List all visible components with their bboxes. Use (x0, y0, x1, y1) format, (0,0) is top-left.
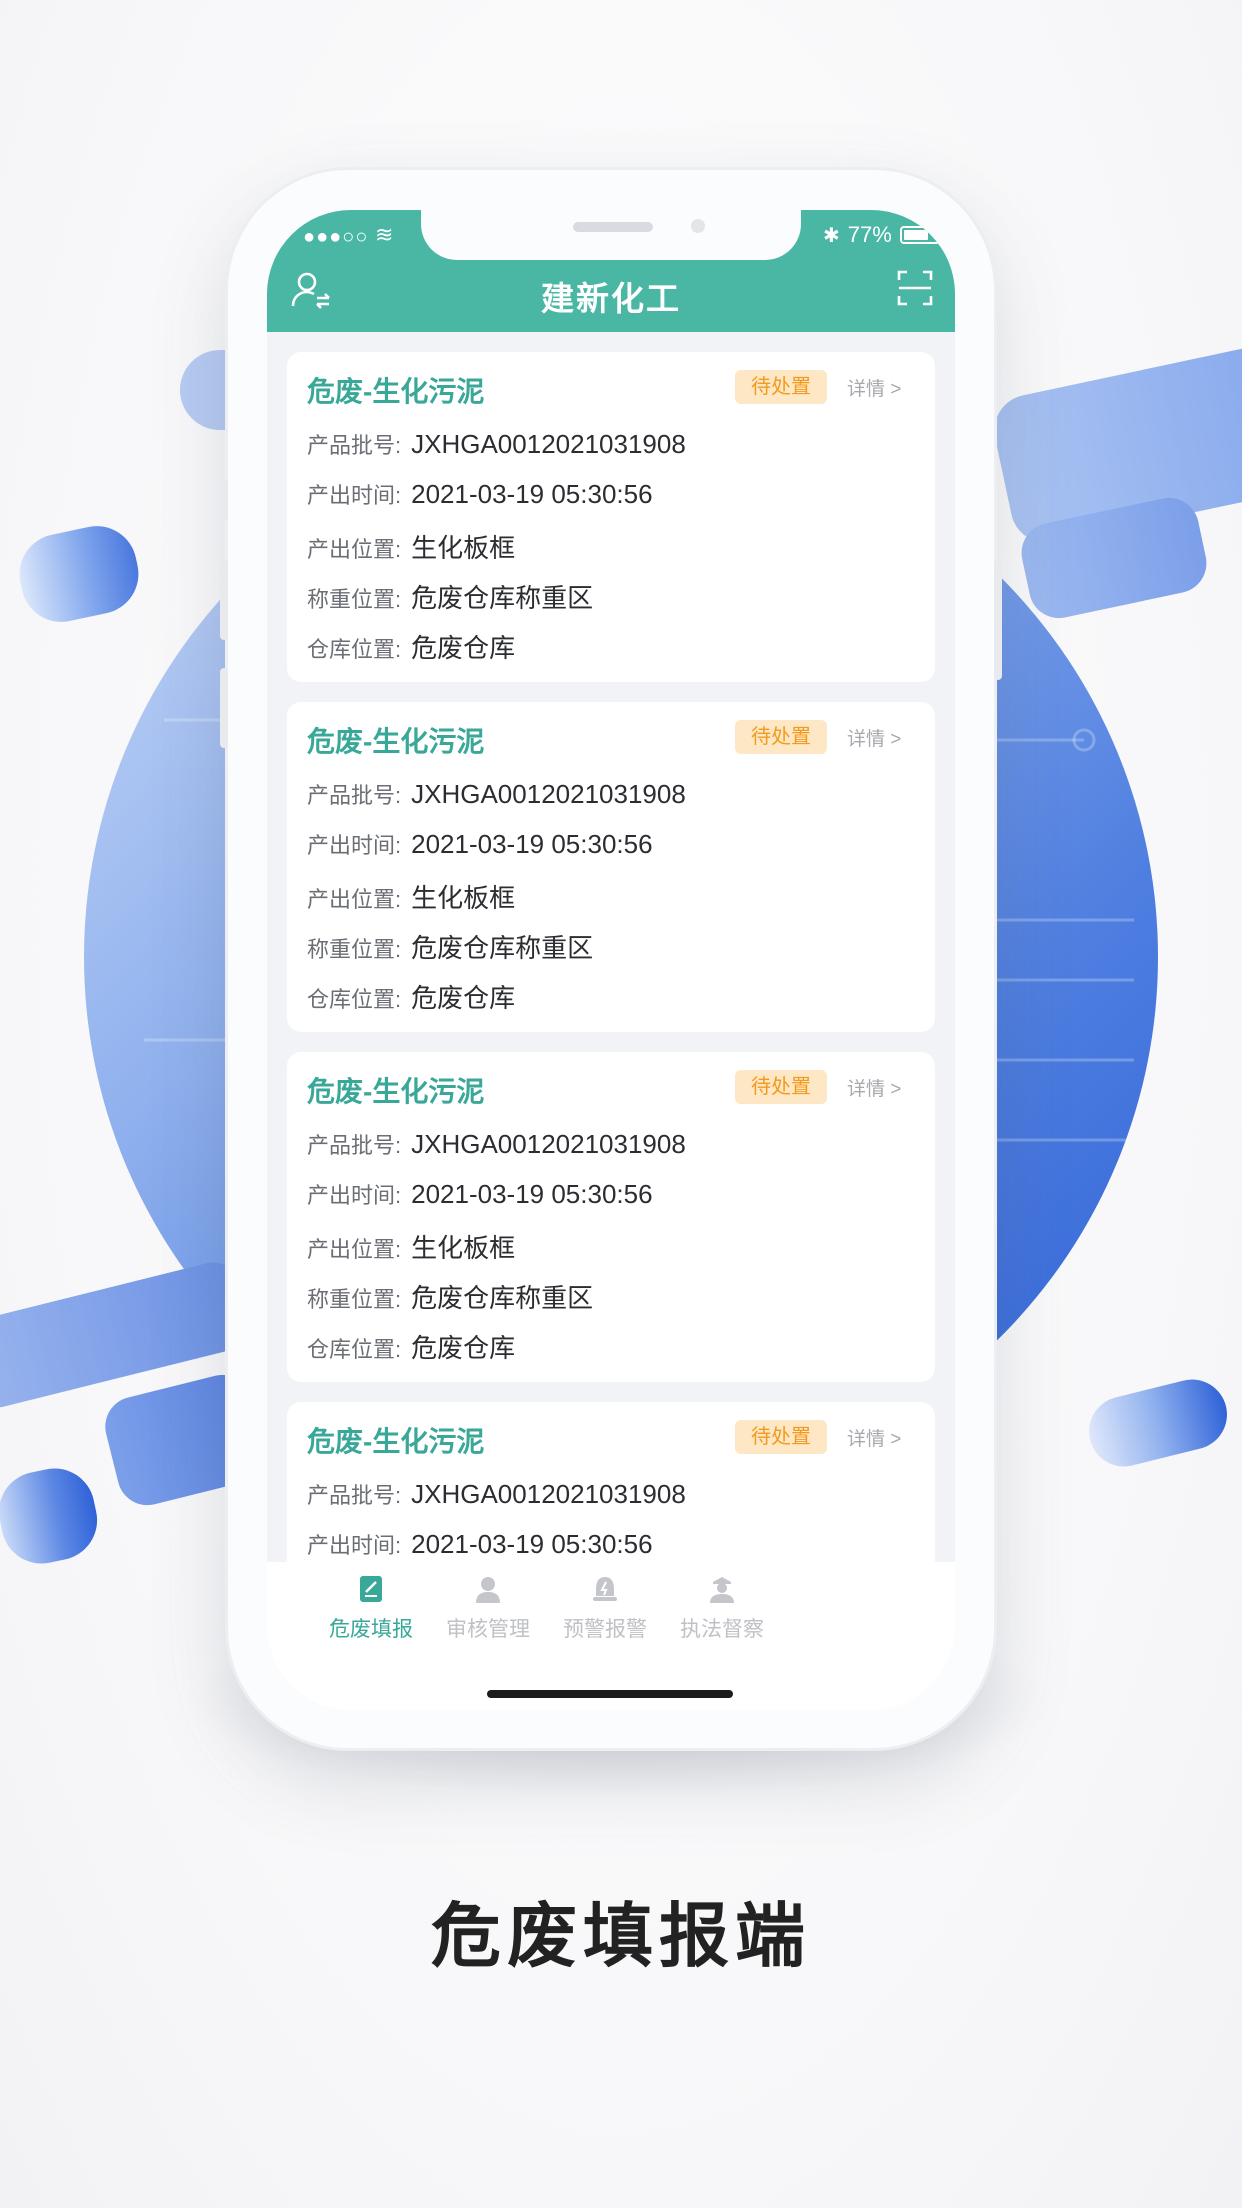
field-row: 称重位置: 危废仓库称重区 (307, 1278, 593, 1315)
field-value: 危废仓库称重区 (411, 1283, 594, 1313)
field-value: 危废仓库 (411, 983, 516, 1013)
bluetooth-icon: ✱ (823, 224, 840, 247)
tab-label: 执法督察 (680, 1618, 764, 1641)
record-card[interactable]: 危废-生化污泥 待处置 详情 > 产品批号: JXHGA0012021031908… (287, 702, 935, 1032)
field-row: 产品批号: JXHGA0012021031908 (307, 428, 686, 460)
status-badge: 待处置 (735, 1420, 827, 1454)
field-label: 称重位置: (307, 587, 402, 612)
record-card[interactable]: 危废-生化污泥 待处置 详情 > 产品批号: JXHGA0012021031908… (287, 352, 935, 682)
field-label: 产出时间: (307, 1533, 402, 1558)
field-row: 产出位置: 生化板框 (307, 878, 515, 915)
tab-law-enforcement[interactable]: 执法督察 (662, 1574, 782, 1643)
card-title: 危废-生化污泥 (307, 726, 485, 757)
field-row: 产出时间: 2021-03-19 05:30:56 (307, 1528, 653, 1560)
detail-link[interactable]: 详情 > (847, 374, 901, 401)
field-row: 产出时间: 2021-03-19 05:30:56 (307, 828, 653, 860)
field-row: 称重位置: 危废仓库称重区 (307, 928, 593, 965)
card-title: 危废-生化污泥 (307, 376, 485, 407)
phone-camera (691, 219, 705, 233)
field-label: 产出位置: (307, 887, 402, 912)
field-label: 产品批号: (307, 1483, 402, 1508)
wifi-icon: ≋ (375, 222, 394, 247)
tab-waste-report[interactable]: 危废填报 (311, 1574, 431, 1643)
field-row: 产品批号: JXHGA0012021031908 (307, 1128, 686, 1160)
user-switch-icon[interactable] (289, 268, 333, 312)
field-value: 生化板框 (411, 1233, 516, 1263)
field-row: 产出位置: 生化板框 (307, 1228, 515, 1265)
field-label: 产出时间: (307, 833, 402, 858)
phone-speaker (573, 222, 653, 232)
phone-side-button (220, 560, 228, 640)
card-title: 危废-生化污泥 (307, 1076, 485, 1107)
field-row: 仓库位置: 危废仓库 (307, 978, 515, 1015)
field-value: 危废仓库称重区 (411, 583, 594, 613)
field-label: 产出位置: (307, 1237, 402, 1262)
field-row: 产品批号: JXHGA0012021031908 (307, 778, 686, 810)
status-right: ✱ 77% (823, 222, 944, 248)
home-indicator[interactable] (487, 1690, 733, 1698)
field-value: JXHGA0012021031908 (411, 1479, 686, 1509)
signal-indicator: ●●●○○ (303, 226, 369, 248)
field-row: 产出时间: 2021-03-19 05:30:56 (307, 1178, 653, 1210)
field-label: 产品批号: (307, 783, 402, 808)
record-card[interactable]: 危废-生化污泥 待处置 详情 > 产品批号: JXHGA0012021031908… (287, 1052, 935, 1382)
card-title: 危废-生化污泥 (307, 1426, 485, 1457)
field-row: 仓库位置: 危废仓库 (307, 628, 515, 665)
field-label: 产出位置: (307, 537, 402, 562)
field-value: 生化板框 (411, 533, 516, 563)
field-row: 产出位置: 生化板框 (307, 528, 515, 565)
field-label: 产出时间: (307, 483, 402, 508)
scan-icon[interactable] (895, 268, 939, 312)
page-title: 建新化工 (541, 280, 681, 317)
field-row: 产出时间: 2021-03-19 05:30:56 (307, 478, 653, 510)
field-value: 危废仓库 (411, 633, 516, 663)
field-value: 2021-03-19 05:30:56 (411, 1529, 653, 1559)
field-value: 2021-03-19 05:30:56 (411, 1179, 653, 1209)
waste-record-list: 危废-生化污泥 待处置 详情 > 产品批号: JXHGA0012021031908… (287, 352, 935, 1710)
status-badge: 待处置 (735, 1070, 827, 1104)
phone-notch (421, 210, 801, 260)
status-badge: 待处置 (735, 720, 827, 754)
form-edit-icon (360, 1576, 382, 1602)
field-label: 称重位置: (307, 937, 402, 962)
user-review-icon (476, 1577, 500, 1603)
field-label: 仓库位置: (307, 987, 402, 1012)
field-value: 生化板框 (411, 883, 516, 913)
alarm-bell-icon (593, 1577, 617, 1601)
battery-percent: 77% (847, 222, 892, 247)
detail-link[interactable]: 详情 > (847, 1424, 901, 1451)
field-label: 仓库位置: (307, 637, 402, 662)
phone-side-button (994, 560, 1002, 680)
field-value: 2021-03-19 05:30:56 (411, 829, 653, 859)
tab-alarm[interactable]: 预警报警 (545, 1574, 665, 1643)
tab-label: 审核管理 (446, 1618, 530, 1641)
tab-label: 危废填报 (329, 1618, 413, 1641)
field-row: 仓库位置: 危废仓库 (307, 1328, 515, 1365)
field-row: 称重位置: 危废仓库称重区 (307, 578, 593, 615)
tab-review-management[interactable]: 审核管理 (428, 1574, 548, 1643)
detail-link[interactable]: 详情 > (847, 724, 901, 751)
field-label: 产品批号: (307, 1133, 402, 1158)
field-label: 产品批号: (307, 433, 402, 458)
field-value: JXHGA0012021031908 (411, 779, 686, 809)
field-value: 危废仓库称重区 (411, 933, 594, 963)
detail-link[interactable]: 详情 > (847, 1074, 901, 1101)
officer-icon (710, 1577, 734, 1603)
field-value: 危废仓库 (411, 1333, 516, 1363)
tab-label: 预警报警 (563, 1618, 647, 1641)
phone-side-button (220, 668, 228, 748)
field-label: 仓库位置: (307, 1337, 402, 1362)
promo-caption: 危废填报端 (431, 1897, 811, 1975)
app-screen: ●●●○○ ≋ ✱ 77% 建新化工 危废-生化污泥 待处置 详情 > 产品批号… (267, 210, 955, 1710)
field-value: JXHGA0012021031908 (411, 429, 686, 459)
field-label: 产出时间: (307, 1183, 402, 1208)
field-row: 产品批号: JXHGA0012021031908 (307, 1478, 686, 1510)
field-value: 2021-03-19 05:30:56 (411, 479, 653, 509)
field-label: 称重位置: (307, 1287, 402, 1312)
battery-icon (899, 226, 944, 244)
field-value: JXHGA0012021031908 (411, 1129, 686, 1159)
phone-side-button (220, 480, 228, 520)
status-badge: 待处置 (735, 370, 827, 404)
bottom-tab-bar: 危废填报 审核管理 预警报警 执法督察 (267, 1562, 955, 1710)
